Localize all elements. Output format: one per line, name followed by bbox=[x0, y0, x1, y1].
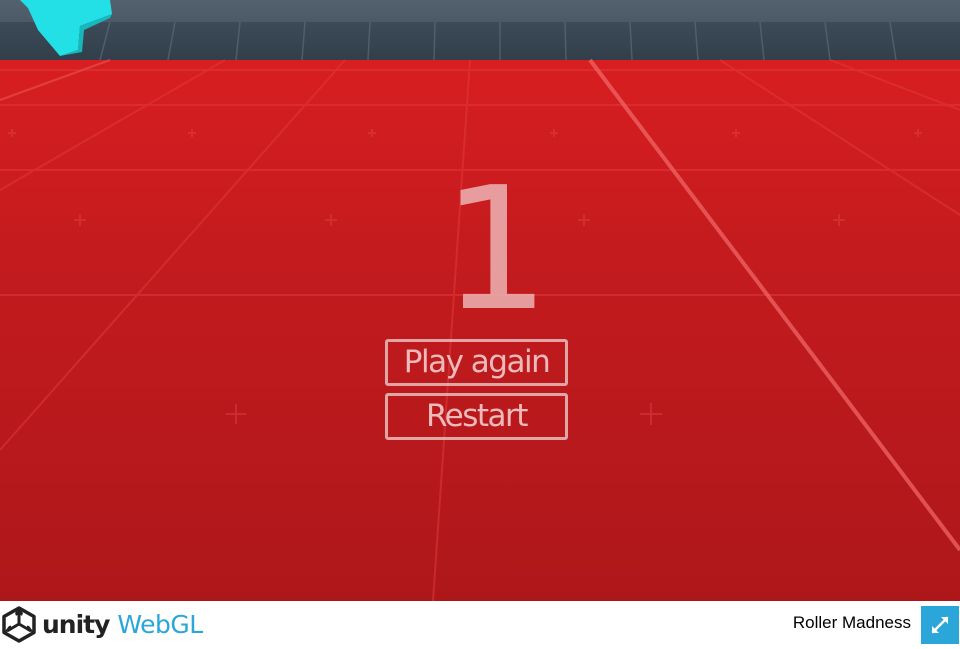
score-display: 1 bbox=[441, 151, 550, 349]
restart-button[interactable]: Restart bbox=[385, 393, 568, 440]
game-title: Roller Madness bbox=[792, 613, 911, 632]
webgl-footer: unity WebGL Roller Madness bbox=[0, 601, 960, 645]
unity-wordmark: unity bbox=[42, 609, 110, 639]
unity-webgl-logo: unity WebGL bbox=[0, 605, 203, 643]
play-again-button[interactable]: Play again bbox=[385, 339, 568, 386]
fullscreen-button[interactable] bbox=[921, 606, 959, 644]
fullscreen-icon bbox=[931, 616, 949, 634]
unity-logo-icon bbox=[2, 606, 36, 643]
webgl-wordmark: WebGL bbox=[117, 609, 203, 639]
game-canvas[interactable]: 1 Play again Restart bbox=[0, 0, 960, 601]
